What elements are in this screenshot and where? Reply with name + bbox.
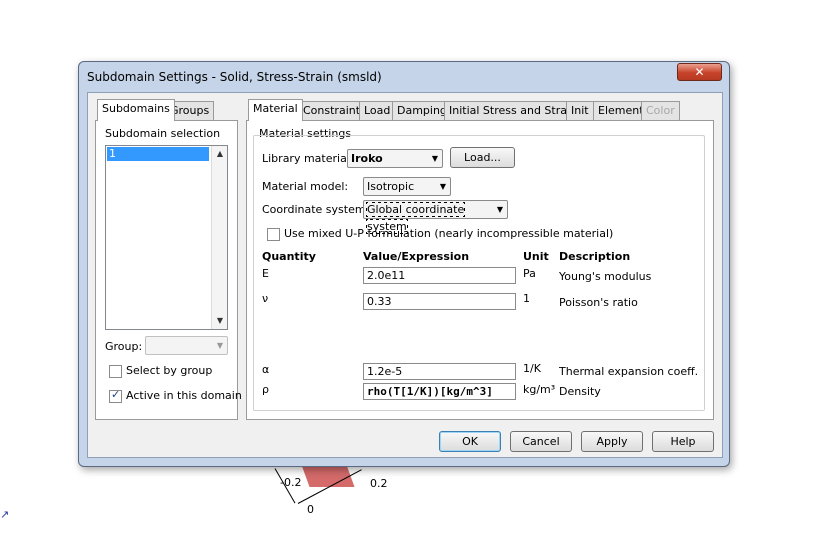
- description-label: Density: [559, 385, 601, 398]
- select-by-group-label: Select by group: [126, 364, 213, 377]
- close-icon: ✕: [694, 65, 705, 79]
- active-in-domain-label: Active in this domain: [126, 389, 242, 402]
- quantity-label: α: [262, 363, 270, 376]
- description-label: Young's modulus: [559, 270, 652, 283]
- tab-initial-stress-strain[interactable]: Initial Stress and Strain: [444, 101, 583, 121]
- unit-label: Pa: [523, 267, 536, 280]
- mixed-up-checkbox[interactable]: [267, 228, 280, 241]
- mixed-up-label: Use mixed U-P formulation (nearly incomp…: [284, 227, 614, 240]
- coordinate-system-label: Coordinate system:: [262, 203, 370, 216]
- dialog-client-area: Subdomains Groups Subdomain selection 1 …: [87, 92, 723, 458]
- library-material-label: Library material:: [262, 152, 354, 165]
- tab-subdomains[interactable]: Subdomains: [97, 99, 175, 121]
- subdomain-settings-dialog: Subdomain Settings - Solid, Stress-Strai…: [78, 61, 730, 467]
- library-material-select[interactable]: Iroko ▼: [347, 149, 443, 168]
- subdomain-listbox[interactable]: 1 ▲ ▼: [105, 145, 228, 330]
- plot-axis-mark-icon: ↗: [0, 508, 10, 521]
- unit-label: 1/K: [523, 362, 541, 375]
- tab-material[interactable]: Material: [248, 99, 303, 121]
- dialog-titlebar[interactable]: Subdomain Settings - Solid, Stress-Strai…: [79, 62, 729, 90]
- column-header-value: Value/Expression: [363, 250, 470, 263]
- material-model-select[interactable]: Isotropic ▼: [363, 177, 451, 196]
- scroll-up-icon[interactable]: ▲: [212, 146, 228, 162]
- apply-button[interactable]: Apply: [581, 431, 643, 452]
- tab-init[interactable]: Init: [566, 101, 594, 121]
- youngs-modulus-field[interactable]: 2.0e11: [363, 267, 516, 284]
- chevron-down-icon: ▼: [496, 205, 503, 214]
- load-button[interactable]: Load...: [450, 147, 515, 168]
- close-button[interactable]: ✕: [677, 63, 722, 81]
- column-header-quantity: Quantity: [262, 250, 316, 263]
- quantity-label: ν: [262, 292, 269, 305]
- thermal-expansion-field[interactable]: 1.2e-5: [363, 363, 516, 380]
- chevron-down-icon: ▼: [216, 341, 223, 350]
- quantity-label: E: [262, 267, 269, 280]
- plot-axis-tick-label: 0.2: [370, 477, 388, 490]
- group-select[interactable]: ▼: [145, 336, 228, 355]
- unit-label: kg/m³: [523, 383, 556, 396]
- plot-axis-tick-label: -0.2: [280, 476, 302, 489]
- column-header-unit: Unit: [523, 250, 549, 263]
- subdomains-panel: Subdomain selection 1 ▲ ▼ Group: ▼ Selec…: [95, 120, 242, 420]
- coordinate-system-select[interactable]: Global coordinate system ▼: [363, 200, 508, 234]
- active-in-domain-checkbox[interactable]: [109, 388, 122, 403]
- material-panel: Material settings Library material: Irok…: [246, 120, 714, 420]
- chevron-down-icon: ▼: [439, 182, 446, 191]
- subdomain-selection-label: Subdomain selection: [105, 127, 221, 140]
- scroll-down-icon[interactable]: ▼: [212, 313, 228, 329]
- tab-color: Color: [641, 101, 680, 121]
- column-header-description: Description: [559, 250, 631, 263]
- description-label: Poisson's ratio: [559, 296, 638, 309]
- material-model-label: Material model:: [262, 180, 349, 193]
- cancel-button[interactable]: Cancel: [510, 431, 572, 452]
- tab-load[interactable]: Load: [359, 101, 396, 121]
- select-by-group-checkbox[interactable]: [109, 365, 122, 378]
- dialog-title: Subdomain Settings - Solid, Stress-Strai…: [87, 70, 382, 84]
- unit-label: 1: [523, 292, 530, 305]
- group-label: Group:: [105, 340, 143, 353]
- poissons-ratio-field[interactable]: 0.33: [363, 293, 516, 310]
- plot-axis-tick-label: 0: [307, 503, 314, 516]
- ok-button[interactable]: OK: [439, 431, 501, 452]
- list-item[interactable]: 1: [107, 147, 209, 161]
- listbox-scrollbar[interactable]: ▲ ▼: [211, 146, 227, 329]
- chevron-down-icon: ▼: [431, 154, 438, 163]
- tab-constraint[interactable]: Constraint: [298, 101, 366, 121]
- quantity-label: ρ: [262, 383, 269, 396]
- tab-damping[interactable]: Damping: [392, 101, 452, 121]
- density-field[interactable]: rho(T[1/K])[kg/m^3]: [363, 383, 516, 400]
- description-label: Thermal expansion coeff.: [559, 365, 699, 378]
- help-button[interactable]: Help: [652, 431, 714, 452]
